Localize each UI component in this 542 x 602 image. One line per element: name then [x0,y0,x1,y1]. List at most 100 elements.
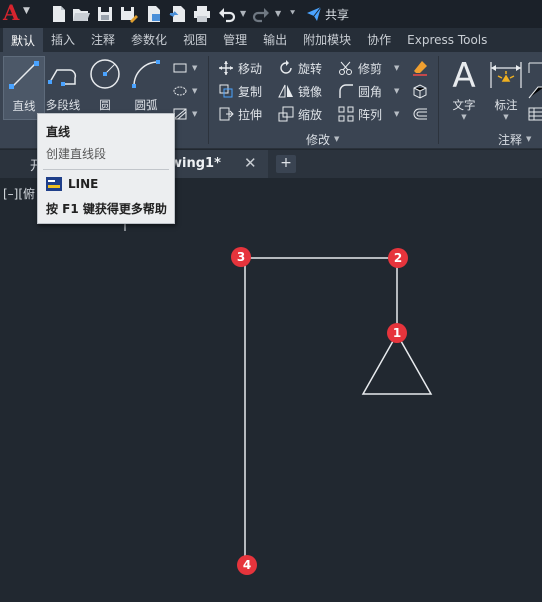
offset-icon [413,108,427,120]
move-tool-button[interactable]: 移动 [218,58,262,78]
mirror-tool-label: 镜像 [298,84,323,99]
plot-icon[interactable] [193,5,211,23]
save-as-icon[interactable] [120,5,138,23]
app-logo[interactable]: A [3,2,19,24]
arc-icon [132,60,160,88]
erase-tool-button[interactable] [412,58,428,78]
drawing-canvas[interactable]: [–][俯 1 2 3 4 [0,178,542,602]
triangle-shape[interactable] [361,332,433,395]
polyline-tool-button[interactable]: 多段线 [42,56,84,120]
customize-toolbar-caret-icon[interactable]: ⯆ [289,9,296,19]
dimension-tool-label: 标注 [494,98,518,112]
rectangle-tool-button[interactable]: ▼ [172,58,197,78]
open-web-icon[interactable] [145,5,163,23]
array-tool-button[interactable]: 阵列 ▼ [338,104,399,124]
tab-annotate[interactable]: 注释 [83,28,123,52]
redo-dropdown-caret-icon[interactable]: ▼ [275,9,281,18]
polyline-tool-label: 多段线 [45,98,81,112]
line-tool-button[interactable]: 直线 [3,56,45,120]
modify-panel-title[interactable]: 修改 ▼ [306,130,339,148]
modify-panel-caret-icon: ▼ [334,135,340,143]
table-icon[interactable] [528,104,542,124]
modify-panel-label: 修改 [306,132,331,147]
close-tab-icon[interactable]: ✕ [244,154,257,172]
tab-parametric[interactable]: 参数化 [123,28,175,52]
mirror-tool-button[interactable]: 镜像 [278,81,322,101]
hatch-tool-button[interactable]: ▼ [172,81,197,101]
arc-tool-button[interactable]: 圆弧 [125,56,167,120]
dimension-tool-button[interactable]: 标注 ▼ [486,56,526,121]
copy-tool-button[interactable]: 复制 [218,81,262,101]
rotate-icon [280,60,292,74]
new-tab-button[interactable]: + [276,155,296,173]
tab-default[interactable]: 默认 [3,28,44,52]
svg-text:A: A [452,56,475,92]
redo-icon[interactable] [252,5,270,23]
stretch-icon [219,107,234,121]
save-web-icon[interactable] [169,5,187,23]
move-tool-label: 移动 [238,61,263,76]
trim-tool-label: 修剪 [358,61,383,76]
tab-view[interactable]: 视图 [175,28,215,52]
array-icon [338,106,354,122]
undo-dropdown-caret-icon[interactable]: ▼ [240,9,246,18]
circle-icon [90,59,120,89]
fillet-tool-label: 圆角 [358,84,383,99]
circle-tool-button[interactable]: 圆 [84,56,126,120]
trim-icon [339,61,352,75]
text-dropdown-caret-icon[interactable]: ▼ [444,113,484,121]
new-file-icon[interactable] [50,5,68,23]
scale-tool-button[interactable]: 缩放 [278,104,322,124]
stretch-tool-button[interactable]: 拉伸 [218,104,262,124]
text-icon: A [452,56,475,92]
gradient-tool-button[interactable]: ▼ [172,104,197,124]
array-dropdown-caret-icon[interactable]: ▼ [394,110,399,118]
step-marker-2: 2 [388,248,408,268]
line-tool-tooltip: 直线 创建直线段 LINE 按 F1 键获得更多帮助 [37,113,175,224]
dim-style-icon[interactable] [528,58,542,78]
stretch-tool-label: 拉伸 [238,107,263,122]
fillet-icon [339,84,353,98]
trim-tool-button[interactable]: 修剪 ▼ [338,58,399,78]
viewport-controls[interactable]: [–][俯 [3,185,35,202]
tab-collaborate[interactable]: 协作 [359,28,399,52]
hatch-dropdown-caret-icon[interactable]: ▼ [192,87,197,95]
drawing-area [124,222,433,565]
dimension-dropdown-caret-icon[interactable]: ▼ [486,113,526,121]
line-icon [9,61,39,89]
share-button[interactable]: 共享 [306,3,349,25]
array-tool-label: 阵列 [358,107,383,122]
rotate-tool-button[interactable]: 旋转 [278,58,322,78]
fillet-dropdown-caret-icon[interactable]: ▼ [394,87,399,95]
explode-tool-button[interactable] [412,81,428,101]
annotation-panel-caret-icon: ▼ [526,135,532,143]
line-segments[interactable] [244,257,398,565]
tab-output[interactable]: 输出 [255,28,295,52]
text-tool-label: 文字 [452,98,476,112]
annotation-panel-title[interactable]: 注释 ▼ [498,130,531,148]
share-label: 共享 [325,7,350,22]
mirror-icon [278,84,293,98]
open-folder-icon[interactable] [72,5,90,23]
copy-icon [219,84,233,98]
fillet-tool-button[interactable]: 圆角 ▼ [338,81,399,101]
save-icon[interactable] [96,5,114,23]
circle-tool-label: 圆 [99,98,111,112]
dimension-icon [490,62,522,88]
tab-express-tools[interactable]: Express Tools [399,28,495,52]
tab-addins[interactable]: 附加模块 [295,28,359,52]
offset-tool-button[interactable] [412,104,428,124]
tab-insert[interactable]: 插入 [43,28,83,52]
rectangle-icon [173,63,187,73]
app-menu-caret-icon[interactable]: ▼ [23,6,30,16]
tab-manage[interactable]: 管理 [215,28,255,52]
annotation-panel-label: 注释 [498,132,523,147]
tooltip-command: LINE [46,176,98,192]
text-tool-button[interactable]: A 文字 ▼ [444,56,484,121]
gradient-dropdown-caret-icon[interactable]: ▼ [192,110,197,118]
trim-dropdown-caret-icon[interactable]: ▼ [394,64,399,72]
leader-icon[interactable] [528,81,542,101]
undo-icon[interactable] [218,5,236,23]
step-marker-3: 3 [231,247,251,267]
rectangle-dropdown-caret-icon[interactable]: ▼ [192,64,197,72]
